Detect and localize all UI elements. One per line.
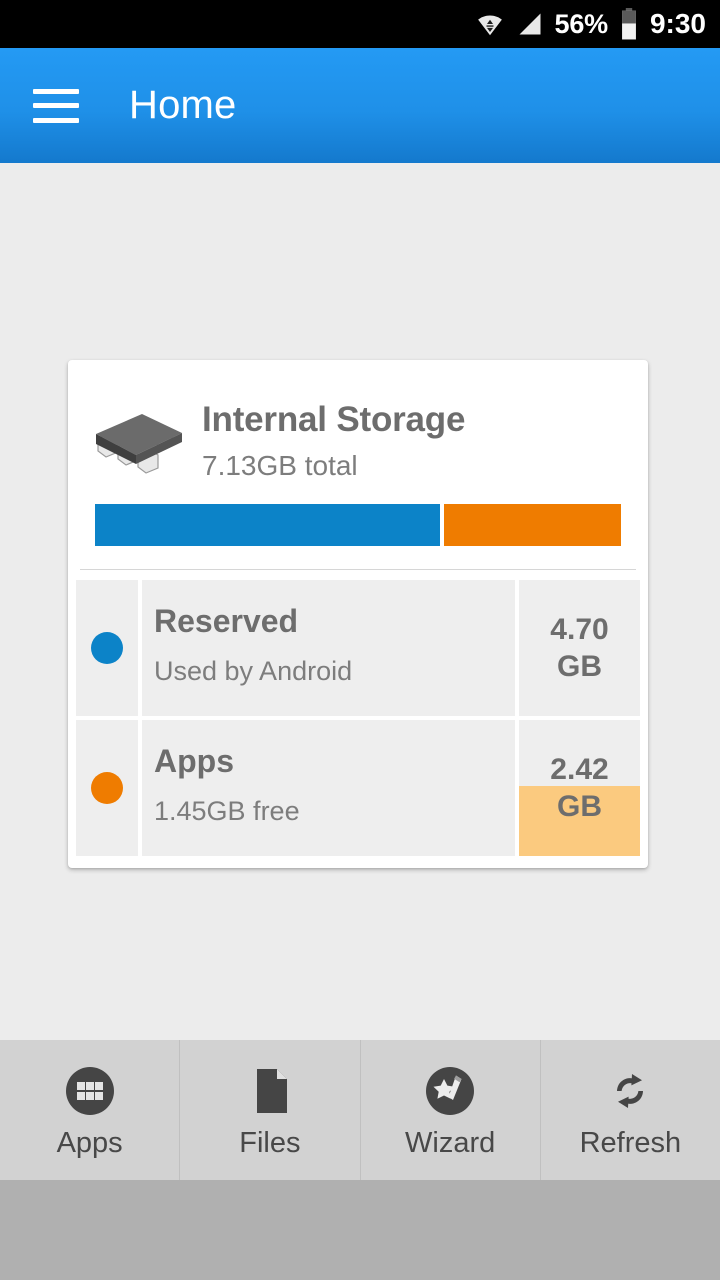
storage-row-value-text: 2.42 GB xyxy=(519,720,640,856)
nav-label-apps: Apps xyxy=(56,1126,123,1159)
storage-row-dot-cell xyxy=(76,720,138,857)
storage-row-value-number: 2.42 xyxy=(550,752,609,786)
battery-icon xyxy=(619,8,639,40)
app-screen: 56% 9:30 Home Internal Storage 7.13GB to… xyxy=(0,0,720,1280)
nav-item-apps[interactable]: Apps xyxy=(0,1040,181,1180)
storage-row-main: Apps 1.45GB free xyxy=(142,720,515,857)
nav-item-files[interactable]: Files xyxy=(180,1040,361,1180)
battery-percent-label: 56% xyxy=(554,8,609,39)
storage-row-title: Apps xyxy=(154,743,234,780)
legend-dot-icon xyxy=(91,632,123,665)
storage-row[interactable]: Reserved Used by Android 4.70 GB xyxy=(76,580,640,717)
status-bar: 56% 9:30 xyxy=(0,0,720,48)
cellular-signal-icon xyxy=(516,10,544,38)
hamburger-line xyxy=(33,103,79,108)
storage-row-value-cell: 4.70 GB xyxy=(519,580,640,717)
storage-row-main: Reserved Used by Android xyxy=(142,580,515,717)
storage-row-subtitle: 1.45GB free xyxy=(154,795,300,826)
nav-label-files: Files xyxy=(239,1126,301,1159)
status-bar-clock: 9:30 xyxy=(650,10,706,38)
storage-usage-bar xyxy=(95,504,621,547)
bottom-navigation-bar: Apps Files Wizard Refresh xyxy=(0,1040,720,1180)
nav-label-wizard: Wizard xyxy=(405,1126,496,1159)
storage-row-value-number: 4.70 xyxy=(550,612,609,646)
page-title: Home xyxy=(129,83,237,127)
storage-title: Internal Storage xyxy=(202,400,466,439)
app-bar: Home xyxy=(0,48,720,163)
storage-breakdown-list: Reserved Used by Android 4.70 GB Apps 1.45GB … xyxy=(68,570,648,868)
storage-row-value-unit: GB xyxy=(557,650,602,684)
storage-row-value-text: 4.70 GB xyxy=(519,580,640,716)
wifi-icon xyxy=(475,9,505,39)
clock-text: 9:30 xyxy=(649,8,706,39)
nav-item-refresh[interactable]: Refresh xyxy=(541,1040,720,1180)
battery-percent-text: 56% xyxy=(554,8,609,39)
file-document-icon xyxy=(242,1063,298,1119)
storage-row-subtitle: Used by Android xyxy=(154,655,353,686)
storage-row[interactable]: Apps 1.45GB free 2.42 GB xyxy=(76,720,640,857)
storage-row-dot-cell xyxy=(76,580,138,717)
storage-row-value-unit: GB xyxy=(557,790,602,824)
memory-chip-icon xyxy=(96,414,182,474)
hamburger-line xyxy=(33,88,79,94)
usage-bar-segment xyxy=(95,504,440,547)
refresh-icon xyxy=(602,1063,658,1119)
nav-label-refresh: Refresh xyxy=(579,1126,682,1159)
nav-item-wizard[interactable]: Wizard xyxy=(361,1040,541,1180)
apps-grid-icon xyxy=(62,1063,118,1119)
card-header-text: Internal Storage 7.13GB total xyxy=(202,386,465,482)
magic-wand-icon xyxy=(422,1063,478,1119)
system-navigation-bar xyxy=(0,1180,720,1280)
hamburger-line xyxy=(33,117,79,123)
legend-dot-icon xyxy=(91,772,123,805)
storage-row-title: Reserved xyxy=(154,603,299,640)
card-header: Internal Storage 7.13GB total xyxy=(68,360,648,482)
internal-storage-card[interactable]: Internal Storage 7.13GB total Reserved Us… xyxy=(68,360,648,869)
usage-bar-segment xyxy=(443,504,621,547)
storage-total-label: 7.13GB total xyxy=(202,450,358,482)
hamburger-menu-icon[interactable] xyxy=(33,88,79,123)
storage-row-value-cell: 2.42 GB xyxy=(519,720,640,857)
